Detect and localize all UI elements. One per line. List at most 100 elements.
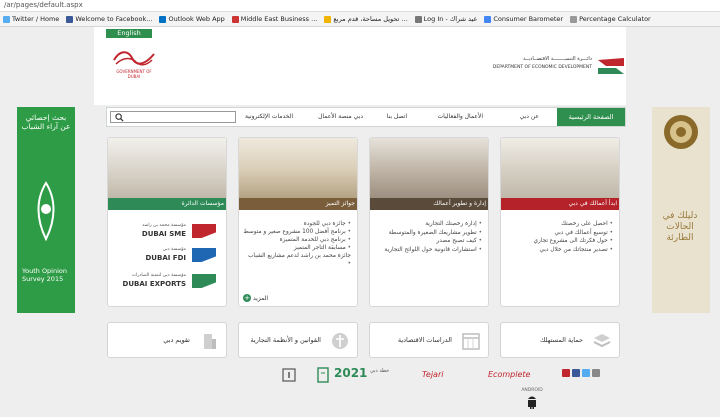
card-link[interactable]: برنامج دبي للخدمة المتميزة — [243, 236, 351, 244]
card-title: جوائز التميز — [239, 198, 357, 210]
card-start-business[interactable]: ابدأ أعمالك في دبي احصل على رخصتك توسيع … — [500, 137, 620, 307]
search-icon[interactable] — [115, 113, 124, 122]
bookmark-item[interactable]: Outlook Web App — [159, 15, 225, 23]
twitter-icon[interactable] — [582, 369, 590, 377]
bookmark-favicon-icon — [324, 15, 332, 23]
youth-survey-emblem-icon — [37, 181, 55, 242]
emergency-guide-banner[interactable]: دليلك في الحالات الطارئة — [652, 107, 710, 313]
page: /ar/pages/default.aspx Twitter / Home Wel… — [0, 0, 720, 417]
emergency-guide-text: دليلك في الحالات الطارئة — [662, 211, 698, 243]
youtube-icon[interactable] — [592, 369, 600, 377]
bookmark-item[interactable]: Middle East Business ... — [231, 15, 317, 23]
card-link[interactable]: استشارات قانونية حول اللوائح التجارية — [374, 246, 482, 255]
brand-dubai-fdi[interactable]: مؤسسة دبي DUBAI FDI — [118, 246, 222, 266]
bookmark-item[interactable]: Twitter / Home — [3, 15, 59, 23]
bookmark-item[interactable]: Log In - عيد شراك — [414, 15, 477, 23]
tile-dubai-calendar[interactable]: تقويم دبي — [107, 322, 227, 358]
brand-dubai-exports[interactable]: مؤسسة دبي لتنمية الصادرات DUBAI EXPORTS — [118, 272, 222, 292]
card-link[interactable]: كيف تصبح مصدر — [374, 237, 482, 246]
bookmark-label: Outlook Web App — [168, 15, 225, 23]
card-link[interactable]: احصل على رخصتك — [505, 220, 613, 229]
bookmark-label: Twitter / Home — [12, 15, 60, 23]
main-navigation: الصفحة الرئيسية عن دبي الأعمال والفعاليا… — [106, 107, 626, 127]
more-link[interactable]: + المزيد — [243, 294, 268, 302]
youth-survey-footer: Youth Opinion Survey 2015 — [22, 267, 68, 283]
brand-dubai-sme[interactable]: مؤسسة محمد بن راشد DUBAI SME — [118, 222, 222, 242]
card-title: إدارة و تطوير أعمالك — [370, 198, 488, 210]
card-ded-agencies[interactable]: مؤسسات الدائرة مؤسسة محمد بن راشد DUBAI … — [107, 137, 227, 307]
info-box-icon[interactable] — [282, 368, 296, 382]
brand-ar: مؤسسة دبي لتنمية الصادرات — [131, 273, 186, 278]
brand-en: DUBAI SME — [141, 230, 186, 238]
bookmark-favicon-icon — [570, 15, 578, 23]
card-link[interactable]: إدارة رخصتك التجارية — [374, 220, 482, 229]
dubai-police-emblem-icon — [664, 115, 698, 149]
consumer-protection-icon — [593, 334, 611, 348]
card-link[interactable]: مسابقة التاجر المتميز — [243, 244, 351, 252]
card-link[interactable]: برنامج أفضل 100 مشروع صغير و متوسط — [243, 228, 351, 236]
card-link[interactable]: توسيع أعمالك في دبي — [505, 229, 613, 238]
card-link[interactable]: تصدير منتجاتك من خلال دبي — [505, 246, 613, 255]
card-excellence-awards[interactable]: جوائز التميز جائزة دبي للجودة برنامج أفض… — [238, 137, 358, 307]
card-link[interactable]: حول فكرتك الى مشروع تجاري — [505, 237, 613, 246]
dubai-fdi-logo-icon — [192, 248, 216, 262]
facebook-icon[interactable] — [572, 369, 580, 377]
card-manage-business[interactable]: إدارة و تطوير أعمالك إدارة رخصتك التجاري… — [369, 137, 489, 307]
dubai-plan-2021-logo[interactable]: 2021 — [334, 366, 367, 380]
youth-survey-banner[interactable]: بحث إحصائي عن آراء الشباب Youth Opinion … — [17, 107, 75, 313]
bookmark-item[interactable]: تحويل مساحة، قدم مربع ... — [324, 15, 408, 23]
document-icon[interactable] — [316, 367, 330, 383]
calendar-icon — [462, 333, 480, 350]
nav-item-eservices[interactable]: الخدمات الإلكترونية — [245, 108, 293, 126]
card-link-list: احصل على رخصتك توسيع أعمالك في دبي حول ف… — [505, 220, 613, 254]
brand-en: DUBAI EXPORTS — [122, 280, 186, 288]
bookmark-label: Percentage Calculator — [579, 15, 651, 23]
brand-en: DUBAI FDI — [145, 254, 187, 262]
card-link[interactable]: جائزة دبي للجودة — [243, 220, 351, 228]
tile-commercial-laws[interactable]: القوانين و الأنظمة التجارية — [238, 322, 358, 358]
address-bar[interactable]: /ar/pages/default.aspx — [0, 0, 720, 12]
tile-label: حماية المستهلك — [539, 336, 583, 344]
govt-logo-text: GOVERNMENT OF DUBAI — [116, 69, 152, 79]
social-links — [562, 369, 600, 377]
dubai-sme-logo-icon — [192, 224, 216, 238]
card-link-list: إدارة رخصتك التجارية تطوير مشاريعك الصغي… — [374, 220, 482, 254]
tile-label: تقويم دبي — [163, 336, 190, 344]
share-icon[interactable] — [562, 369, 570, 377]
android-app-link[interactable]: ANDROID — [520, 388, 544, 414]
tile-economic-studies[interactable]: الدراسات الاقتصادية — [369, 322, 489, 358]
bookmark-label: Welcome to Facebook... — [75, 15, 153, 23]
plus-icon: + — [243, 294, 251, 302]
card-link[interactable]: جائزة محمد بن راشد لدعم مشاريع الشباب — [243, 252, 351, 268]
english-language-button[interactable]: English — [106, 29, 152, 38]
tejari-logo[interactable]: Tejari — [422, 370, 443, 379]
android-icon — [528, 396, 536, 409]
tile-label: الدراسات الاقتصادية — [397, 336, 452, 344]
nav-home-tab[interactable]: الصفحة الرئيسية — [557, 108, 625, 126]
tile-consumer-protection[interactable]: حماية المستهلك — [500, 322, 620, 358]
card-link[interactable]: تطوير مشاريعك الصغيرة والمتوسطة — [374, 229, 482, 238]
nav-item-business-events[interactable]: الأعمال والفعاليات — [438, 108, 484, 126]
bookmark-item[interactable]: Consumer Barometer — [484, 15, 563, 23]
ecomplete-logo[interactable]: Ecomplete — [488, 370, 530, 379]
card-title: ابدأ أعمالك في دبي — [501, 198, 619, 210]
youth-survey-title: بحث إحصائي عن آراء الشباب — [21, 113, 71, 131]
nav-item-business-platform[interactable]: دبي منصة الأعمال — [318, 108, 363, 126]
nav-item-about-dubai[interactable]: عن دبي — [520, 108, 539, 126]
nav-item-contact[interactable]: اتصل بنا — [387, 108, 407, 126]
dubai-exports-logo-icon — [192, 274, 216, 288]
search-input[interactable] — [110, 111, 236, 123]
bookmarks-bar: Twitter / Home Welcome to Facebook... Outl… — [0, 12, 720, 27]
department-logo[interactable]: دائـــرة التنميــــــــة الاقتصــاديــة … — [456, 54, 628, 80]
bookmark-label: تحويل مساحة، قدم مربع ... — [333, 15, 408, 23]
bookmark-favicon-icon — [484, 15, 492, 23]
brand-ar: مؤسسة دبي — [162, 247, 186, 252]
card-link-list: جائزة دبي للجودة برنامج أفضل 100 مشروع ص… — [243, 220, 351, 268]
government-of-dubai-logo[interactable]: GOVERNMENT OF DUBAI — [110, 46, 158, 79]
dept-name-en: DEPARTMENT OF ECONOMIC DEVELOPMENT — [492, 65, 592, 70]
bookmark-item[interactable]: Welcome to Facebook... — [66, 15, 152, 23]
bookmark-favicon-icon — [66, 15, 74, 23]
bookmark-item[interactable]: Percentage Calculator — [570, 15, 651, 23]
dubai-plan-sub: خطة دبي — [370, 368, 390, 374]
building-icon — [204, 334, 216, 349]
